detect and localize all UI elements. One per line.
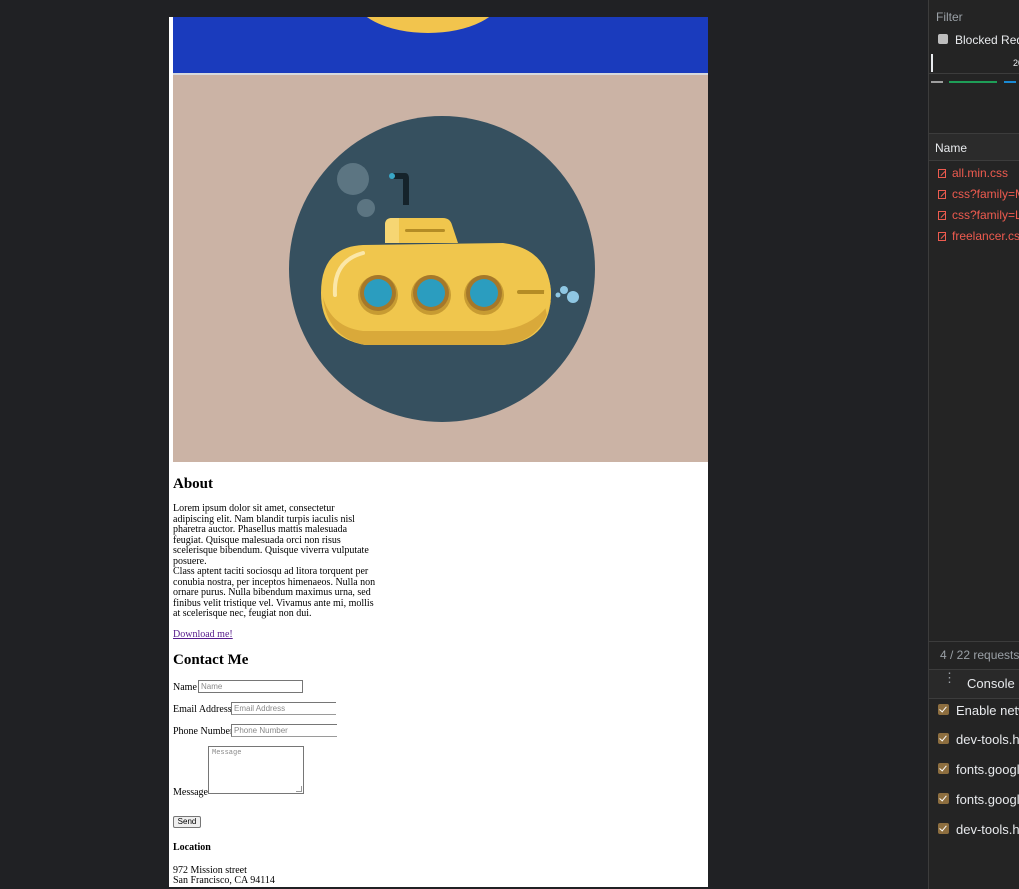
email-label: Email Address — [173, 704, 232, 715]
console-option-label: fonts.google — [956, 792, 1019, 807]
console-filter-checkbox[interactable] — [938, 763, 949, 774]
contact-heading: Contact Me — [173, 652, 249, 668]
name-field[interactable]: Name — [198, 680, 303, 693]
phone-field[interactable]: Phone Number — [231, 724, 337, 737]
tab-console[interactable]: Console — [967, 676, 1015, 691]
request-row[interactable]: all.min.css — [938, 166, 1008, 180]
console-option-label: Enable netw — [956, 703, 1019, 718]
console-filter-checkbox[interactable] — [938, 733, 949, 744]
name-label: Name — [173, 682, 197, 693]
blocked-requests-checkbox[interactable] — [938, 34, 948, 44]
phone-label: Phone Number — [173, 726, 234, 737]
failed-request-icon — [938, 190, 946, 199]
address-line: San Francisco, CA 94114 — [173, 875, 275, 886]
email-placeholder: Email Address — [234, 704, 286, 713]
request-name: css?family=M — [952, 187, 1019, 201]
console-option-label: dev-tools.hb — [956, 732, 1019, 747]
timeline-tick-label: 20 — [1013, 58, 1019, 68]
message-label: Message — [173, 787, 208, 798]
download-link[interactable]: Download me! — [173, 629, 233, 640]
timeline-overview[interactable] — [929, 52, 1019, 74]
timeline-cursor[interactable] — [931, 54, 933, 72]
name-placeholder: Name — [201, 682, 223, 691]
request-row[interactable]: css?family=M — [938, 187, 1019, 201]
console-filter-checkbox[interactable] — [938, 793, 949, 804]
filter-input[interactable]: Filter — [936, 10, 1019, 24]
devtools-panel: Filter Blocked Req 20 Name all.min.css c… — [928, 0, 1019, 889]
send-button[interactable]: Send — [173, 816, 201, 828]
request-name: all.min.css — [952, 166, 1009, 180]
failed-request-icon — [938, 232, 946, 241]
hero-circle-graphic — [353, 17, 503, 33]
request-row[interactable]: freelancer.cs — [938, 229, 1019, 243]
name-column-label: Name — [935, 141, 968, 155]
request-name: css?family=L — [952, 208, 1019, 222]
resize-handle[interactable] — [296, 786, 302, 792]
request-name: freelancer.cs — [952, 229, 1019, 243]
name-column-header[interactable]: Name — [929, 134, 1019, 161]
phone-placeholder: Phone Number — [234, 726, 288, 735]
email-field[interactable]: Email Address — [231, 702, 336, 715]
request-count-summary: 4 / 22 requests — [940, 648, 1019, 662]
about-paragraph: Class aptent taciti sociosqu ad litora t… — [173, 566, 376, 619]
request-row[interactable]: css?family=L — [938, 208, 1019, 222]
console-option-label: dev-tools.hb — [956, 822, 1019, 837]
web-page: About Lorem ipsum dolor sit amet, consec… — [169, 17, 708, 887]
message-textarea[interactable]: Message — [208, 746, 304, 794]
about-heading: About — [173, 476, 214, 492]
console-option-label: fonts.google — [956, 762, 1019, 777]
message-placeholder: Message — [212, 749, 242, 757]
enable-network-checkbox[interactable] — [938, 704, 949, 715]
failed-request-icon — [938, 169, 946, 178]
location-heading: Location — [173, 842, 211, 853]
about-paragraph: Lorem ipsum dolor sit amet, consectetur … — [173, 503, 369, 567]
portfolio-submarine-image — [173, 75, 708, 462]
hero-banner — [173, 17, 708, 73]
console-filter-checkbox[interactable] — [938, 823, 949, 834]
failed-request-icon — [938, 211, 946, 220]
submarine-icon — [289, 116, 595, 422]
more-options-icon[interactable]: ⋮ — [943, 671, 956, 684]
blocked-requests-label: Blocked Req — [955, 33, 1019, 47]
timeline-bars — [931, 81, 1016, 83]
